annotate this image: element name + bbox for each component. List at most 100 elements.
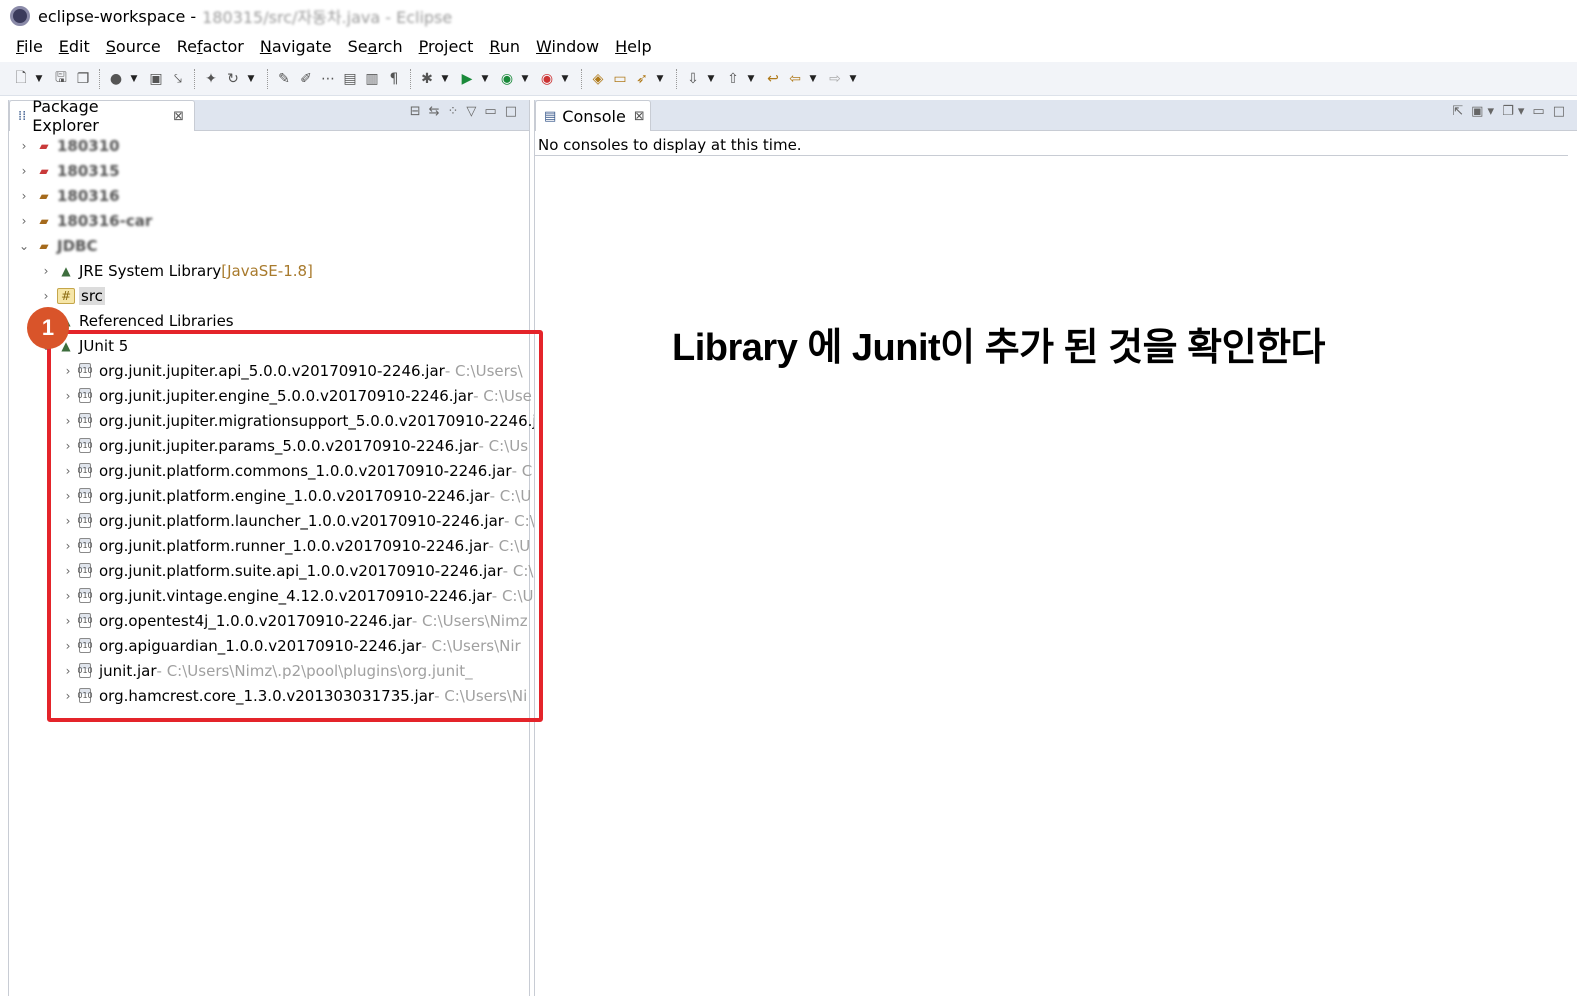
chevron-right-icon[interactable]: ›: [61, 389, 75, 403]
minimize-icon[interactable]: ▭: [1532, 104, 1544, 119]
run-dropdown-icon[interactable]: ▼: [480, 70, 490, 88]
chevron-right-icon[interactable]: ›: [39, 289, 53, 303]
menu-refactor[interactable]: Refactor: [177, 37, 244, 56]
jar-item[interactable]: › 010 org.junit.jupiter.engine_5.0.0.v2017…: [9, 383, 532, 408]
menu-edit[interactable]: Edit: [59, 37, 90, 56]
menu-run[interactable]: Run: [489, 37, 520, 56]
refresh-icon[interactable]: ↻: [224, 70, 242, 88]
jar-item[interactable]: › 010 org.junit.platform.commons_1.0.0.v20…: [9, 458, 538, 483]
open-console-icon[interactable]: ❐ ▾: [1502, 104, 1524, 119]
new-dropdown-icon[interactable]: ▼: [34, 70, 44, 88]
chevron-right-icon[interactable]: ›: [17, 164, 31, 178]
next-annotation-dropdown-icon[interactable]: ▼: [706, 70, 716, 88]
launch-dropdown-icon[interactable]: ▼: [655, 70, 665, 88]
menu-help[interactable]: Help: [615, 37, 651, 56]
console-tab[interactable]: ▤ Console ⊠: [535, 100, 651, 131]
menu-project[interactable]: Project: [419, 37, 474, 56]
junit-library-item[interactable]: ⌄▲JUnit 5: [9, 333, 128, 358]
chevron-right-icon[interactable]: ›: [61, 589, 75, 603]
jar-item[interactable]: › 010 org.junit.platform.engine_1.0.0.v201…: [9, 483, 532, 508]
jar-item[interactable]: › 010 org.hamcrest.core_1.3.0.v20130303173…: [9, 683, 528, 708]
chevron-right-icon[interactable]: ›: [61, 639, 75, 653]
chevron-right-icon[interactable]: ›: [39, 264, 53, 278]
chevron-right-icon[interactable]: ›: [61, 539, 75, 553]
menu-file[interactable]: File: [16, 37, 43, 56]
pin-console-icon[interactable]: ⇱: [1452, 104, 1463, 119]
maximize-icon[interactable]: □: [505, 104, 517, 119]
chevron-right-icon[interactable]: ›: [61, 439, 75, 453]
new-icon[interactable]: 🗋: [12, 70, 30, 88]
jar-item[interactable]: › 010 org.junit.jupiter.migrationsupport_5…: [9, 408, 546, 433]
view-menu-icon[interactable]: ▽: [466, 104, 476, 119]
chevron-right-icon[interactable]: ›: [17, 139, 31, 153]
maximize-icon[interactable]: □: [1553, 104, 1565, 119]
edit-icon[interactable]: ✐: [297, 70, 315, 88]
jre-system-library-item[interactable]: › ▲ JRE System Library [JavaSE-1.8]: [9, 258, 313, 283]
open-folder-icon[interactable]: ▭: [611, 70, 629, 88]
forward-icon[interactable]: ⇨: [826, 70, 844, 88]
coverage-icon[interactable]: ◉: [498, 70, 516, 88]
display-console-icon[interactable]: ▣ ▾: [1471, 104, 1494, 119]
menu-search[interactable]: Search: [348, 37, 403, 56]
link-with-editor-icon[interactable]: ⇆: [429, 104, 440, 119]
jar-item[interactable]: › 010 org.opentest4j_1.0.0.v20170910-2246.…: [9, 608, 528, 633]
chevron-right-icon[interactable]: ›: [61, 414, 75, 428]
show-whitespace-icon[interactable]: ▤: [341, 70, 359, 88]
paragraph-icon[interactable]: ¶: [385, 70, 403, 88]
previous-annotation-icon[interactable]: ⇧: [724, 70, 742, 88]
chevron-right-icon[interactable]: ›: [61, 514, 75, 528]
back-icon[interactable]: ⇦: [786, 70, 804, 88]
menu-source[interactable]: Source: [106, 37, 161, 56]
chevron-right-icon[interactable]: ›: [61, 564, 75, 578]
terminal-icon[interactable]: ▣: [147, 70, 165, 88]
back-dropdown-icon[interactable]: ▼: [808, 70, 818, 88]
menu-navigate[interactable]: Navigate: [260, 37, 332, 56]
external-tools-dropdown-icon[interactable]: ▼: [560, 70, 570, 88]
previous-annotation-dropdown-icon[interactable]: ▼: [746, 70, 756, 88]
profile-dropdown-icon[interactable]: ▼: [129, 70, 139, 88]
skip-breakpoints-icon[interactable]: ⤥: [169, 70, 187, 88]
block-select-icon[interactable]: ▥: [363, 70, 381, 88]
next-annotation-icon[interactable]: ⇩: [684, 70, 702, 88]
project-item[interactable]: ⌄ ▰ JDBC: [9, 233, 98, 258]
close-icon[interactable]: ⊠: [634, 109, 645, 124]
open-type-icon[interactable]: ✦: [202, 70, 220, 88]
chevron-right-icon[interactable]: ›: [61, 664, 75, 678]
chevron-right-icon[interactable]: ›: [61, 464, 75, 478]
src-folder-item[interactable]: › # src: [9, 283, 105, 308]
chevron-down-icon[interactable]: ⌄: [17, 239, 31, 253]
focus-icon[interactable]: ⁘: [448, 104, 459, 119]
chevron-right-icon[interactable]: ›: [61, 614, 75, 628]
collapse-all-icon[interactable]: ⊟: [410, 104, 421, 119]
refresh-dropdown-icon[interactable]: ▼: [246, 70, 256, 88]
last-edit-icon[interactable]: ↩: [764, 70, 782, 88]
jar-item[interactable]: › 010 org.junit.jupiter.api_5.0.0.v2017091…: [9, 358, 523, 383]
forward-dropdown-icon[interactable]: ▼: [848, 70, 858, 88]
pin-icon[interactable]: ✎: [275, 70, 293, 88]
jar-item[interactable]: › 010 org.junit.vintage.engine_4.12.0.v201…: [9, 583, 534, 608]
debug-icon[interactable]: ✱: [418, 70, 436, 88]
project-item[interactable]: › ▰ 180316-car: [9, 208, 153, 233]
jar-item[interactable]: › 010 org.junit.platform.runner_1.0.0.v201…: [9, 533, 531, 558]
run-icon[interactable]: ▶: [458, 70, 476, 88]
new-java-project-icon[interactable]: ◈: [589, 70, 607, 88]
jar-item[interactable]: › 010 junit.jar - C:\Users\Nimz\.p2\pool\p…: [9, 658, 473, 683]
chevron-right-icon[interactable]: ›: [61, 489, 75, 503]
jar-item[interactable]: › 010 org.junit.jupiter.params_5.0.0.v2017…: [9, 433, 528, 458]
project-item[interactable]: › ▰ 180315: [9, 158, 120, 183]
debug-dropdown-icon[interactable]: ▼: [440, 70, 450, 88]
minimize-icon[interactable]: ▭: [484, 104, 496, 119]
chevron-right-icon[interactable]: ›: [17, 189, 31, 203]
jar-item[interactable]: › 010 org.junit.platform.suite.api_1.0.0.v…: [9, 558, 534, 583]
profile-icon[interactable]: ●: [107, 70, 125, 88]
launch-icon[interactable]: ➶: [633, 70, 651, 88]
save-icon[interactable]: 🖫: [52, 70, 70, 88]
annotation-icon[interactable]: ⋯: [319, 70, 337, 88]
external-tools-icon[interactable]: ◉: [538, 70, 556, 88]
menu-window[interactable]: Window: [536, 37, 599, 56]
chevron-right-icon[interactable]: ›: [61, 364, 75, 378]
jar-item[interactable]: › 010 org.apiguardian_1.0.0.v20170910-2246…: [9, 633, 521, 658]
close-icon[interactable]: ⊠: [173, 109, 184, 124]
save-all-icon[interactable]: ❐: [74, 70, 92, 88]
jar-item[interactable]: › 010 org.junit.platform.launcher_1.0.0.v2…: [9, 508, 535, 533]
